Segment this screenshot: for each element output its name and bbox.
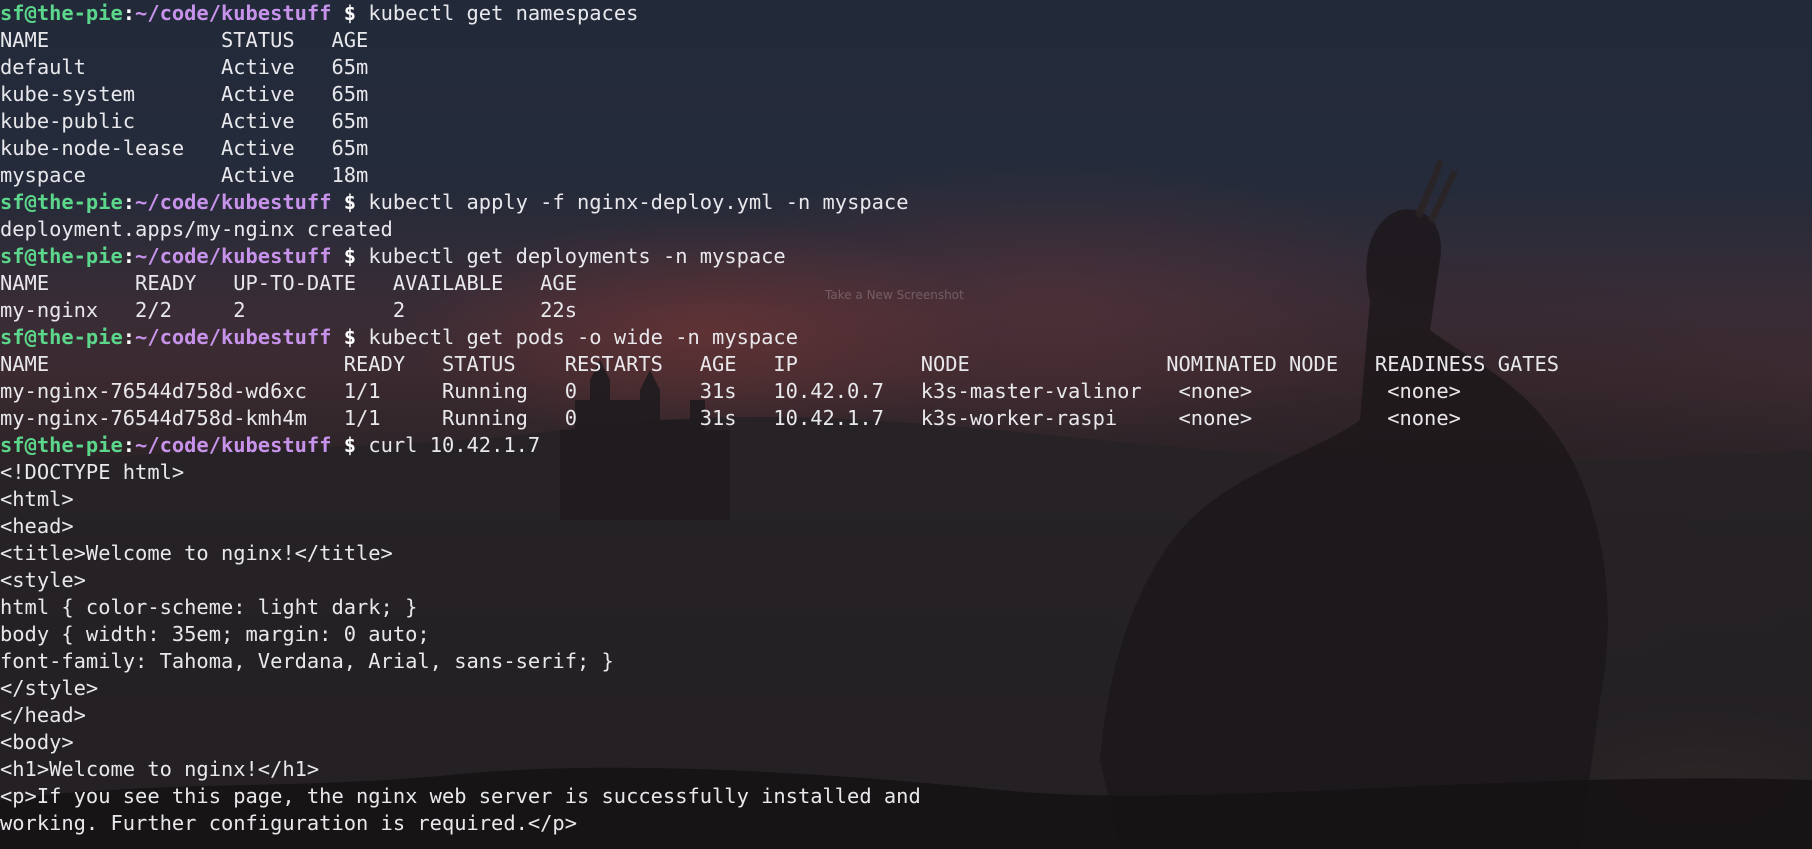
prompt-user-host: sf@the-pie xyxy=(0,325,123,349)
output-line: <!DOCTYPE html> xyxy=(0,460,185,484)
prompt-separator: : xyxy=(122,433,136,457)
command-line: sf@the-pie:~/code/kubestuff $ kubectl ap… xyxy=(0,189,1812,216)
prompt-path: ~/code/kubestuff xyxy=(135,325,332,349)
output-line: NAME READY UP-TO-DATE AVAILABLE AGE xyxy=(0,271,577,295)
output-line: <title>Welcome to nginx!</title> xyxy=(0,541,393,565)
prompt-separator: : xyxy=(122,244,136,268)
prompt-path: ~/code/kubestuff xyxy=(135,433,332,457)
prompt-user-host: sf@the-pie xyxy=(0,190,123,214)
output-line: <h1>Welcome to nginx!</h1> xyxy=(0,757,320,781)
prompt-symbol: $ xyxy=(331,244,369,268)
output-line: myspace Active 18m xyxy=(0,163,369,187)
command-line: sf@the-pie:~/code/kubestuff $ kubectl ge… xyxy=(0,0,1812,27)
output-line: default Active 65m xyxy=(0,55,369,79)
command-line: sf@the-pie:~/code/kubestuff $ kubectl ge… xyxy=(0,324,1812,351)
output-line: <style> xyxy=(0,568,86,592)
output-line: my-nginx-76544d758d-kmh4m 1/1 Running 0 … xyxy=(0,406,1461,430)
output-line: body { width: 35em; margin: 0 auto; xyxy=(0,622,430,646)
output-line: html { color-scheme: light dark; } xyxy=(0,595,418,619)
terminal-window[interactable]: sf@the-pie:~/code/kubestuff $ kubectl ge… xyxy=(0,0,1812,849)
prompt-symbol: $ xyxy=(331,190,369,214)
prompt-user-host: sf@the-pie xyxy=(0,244,123,268)
output-line: font-family: Tahoma, Verdana, Arial, san… xyxy=(0,649,614,673)
output-line: working. Further configuration is requir… xyxy=(0,811,577,835)
prompt-path: ~/code/kubestuff xyxy=(135,244,332,268)
command-text: kubectl get pods -o wide -n myspace xyxy=(368,325,798,349)
output-line: my-nginx-76544d758d-wd6xc 1/1 Running 0 … xyxy=(0,379,1461,403)
output-line: <p>If you see this page, the nginx web s… xyxy=(0,784,921,808)
command-text: kubectl apply -f nginx-deploy.yml -n mys… xyxy=(368,190,909,214)
output-line: kube-public Active 65m xyxy=(0,109,369,133)
prompt-path: ~/code/kubestuff xyxy=(135,190,332,214)
prompt-path: ~/code/kubestuff xyxy=(135,1,332,25)
output-line: <body> xyxy=(0,730,74,754)
prompt-user-host: sf@the-pie xyxy=(0,1,123,25)
command-line: sf@the-pie:~/code/kubestuff $ kubectl ge… xyxy=(0,243,1812,270)
output-line: my-nginx 2/2 2 2 22s xyxy=(0,298,577,322)
output-line: <head> xyxy=(0,514,74,538)
prompt-separator: : xyxy=(122,1,136,25)
prompt-symbol: $ xyxy=(331,433,369,457)
output-line: </style> xyxy=(0,676,99,700)
command-text: kubectl get deployments -n myspace xyxy=(368,244,786,268)
output-line: kube-node-lease Active 65m xyxy=(0,136,369,160)
output-line: kube-system Active 65m xyxy=(0,82,369,106)
output-line: </head> xyxy=(0,703,86,727)
command-line: sf@the-pie:~/code/kubestuff $ curl 10.42… xyxy=(0,432,1812,459)
prompt-symbol: $ xyxy=(331,1,369,25)
output-line: <html> xyxy=(0,487,74,511)
output-line: NAME STATUS AGE xyxy=(0,28,369,52)
prompt-separator: : xyxy=(122,190,136,214)
prompt-user-host: sf@the-pie xyxy=(0,433,123,457)
output-line: deployment.apps/my-nginx created xyxy=(0,217,393,241)
prompt-symbol: $ xyxy=(331,325,369,349)
command-text: kubectl get namespaces xyxy=(368,1,639,25)
command-text: curl 10.42.1.7 xyxy=(368,433,541,457)
output-line: NAME READY STATUS RESTARTS AGE IP NODE N… xyxy=(0,352,1560,376)
prompt-separator: : xyxy=(122,325,136,349)
